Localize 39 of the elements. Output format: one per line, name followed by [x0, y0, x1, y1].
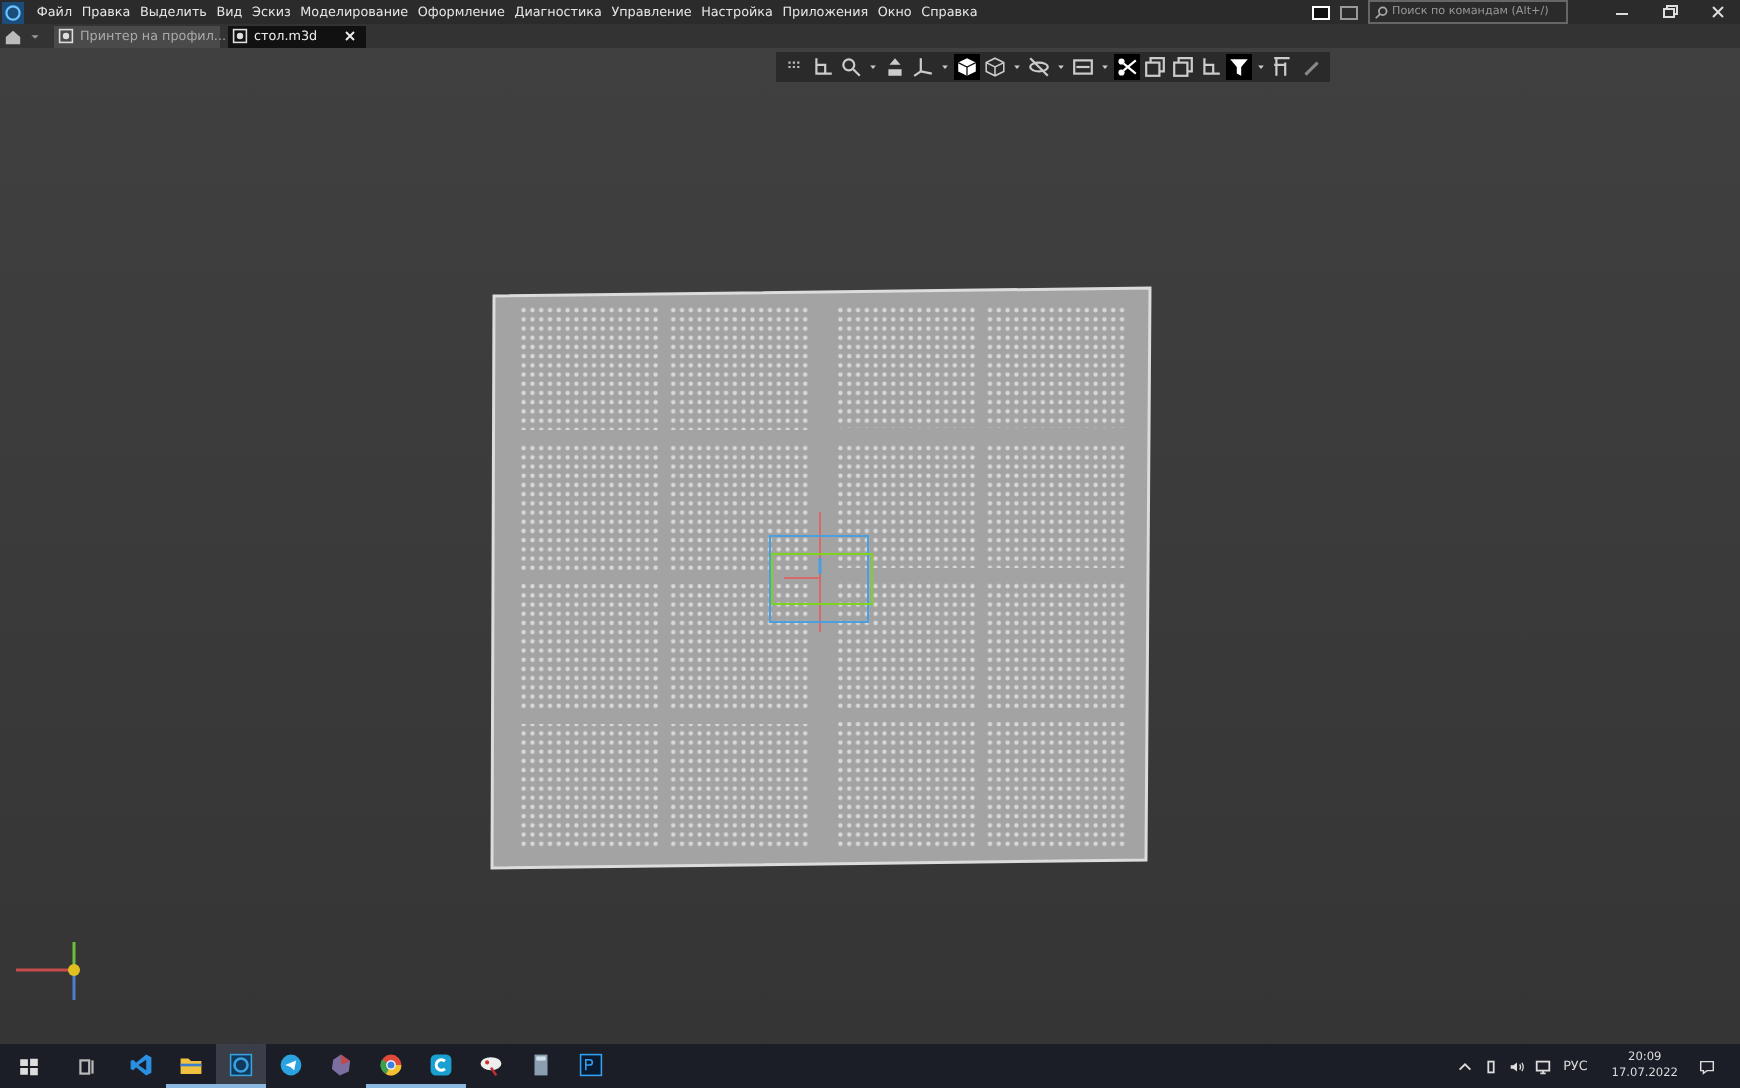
- close-tab-icon[interactable]: [341, 28, 358, 44]
- close-icon[interactable]: [1708, 2, 1728, 22]
- app-logo-icon[interactable]: [2, 1, 24, 23]
- gizmo-drawing: [769, 511, 873, 633]
- windows-start-icon[interactable]: [18, 1055, 40, 1077]
- frame-icon[interactable]: [810, 54, 836, 80]
- cad-app-taskbar-button[interactable]: [216, 1044, 266, 1088]
- palette-icon: [478, 1051, 504, 1077]
- zoom-icon[interactable]: [838, 54, 864, 80]
- axes-icon[interactable]: [910, 54, 936, 80]
- section-icon[interactable]: [1070, 54, 1096, 80]
- scissors-icon[interactable]: [1114, 54, 1140, 80]
- restore-icon[interactable]: [1660, 2, 1680, 22]
- task-view-icon[interactable]: [76, 1055, 98, 1077]
- document-icon: [232, 28, 248, 44]
- rotate-icon[interactable]: [882, 54, 908, 80]
- letter-c-icon: [428, 1051, 454, 1077]
- filter-icon[interactable]: [1226, 54, 1252, 80]
- cad-app-icon: [228, 1051, 254, 1077]
- cube-icon[interactable]: [954, 54, 980, 80]
- layers-icon[interactable]: [1142, 54, 1168, 80]
- frame-icon[interactable]: [1198, 54, 1224, 80]
- browser-icon: [378, 1051, 404, 1077]
- code-editor-icon: [128, 1051, 154, 1077]
- paper-plane-icon: [278, 1051, 304, 1077]
- usb-drive-icon[interactable]: [1481, 1057, 1500, 1075]
- eye-hidden-icon[interactable]: [1026, 54, 1052, 80]
- layers-icon[interactable]: [1170, 54, 1196, 80]
- axis-triad-icon: [16, 942, 80, 1000]
- panel-toggle-icon[interactable]: [1312, 5, 1330, 19]
- network-monitor-icon[interactable]: [1533, 1057, 1552, 1075]
- document-icon: [58, 28, 74, 44]
- search-icon: [1374, 5, 1388, 19]
- speaker-icon[interactable]: [1507, 1057, 1526, 1075]
- notification-icon[interactable]: [1698, 1057, 1716, 1075]
- photo-editor-icon: [578, 1051, 604, 1077]
- polyhedron-icon: [328, 1051, 354, 1077]
- measure-icon[interactable]: [1270, 54, 1296, 80]
- wireframe-icon[interactable]: [982, 54, 1008, 80]
